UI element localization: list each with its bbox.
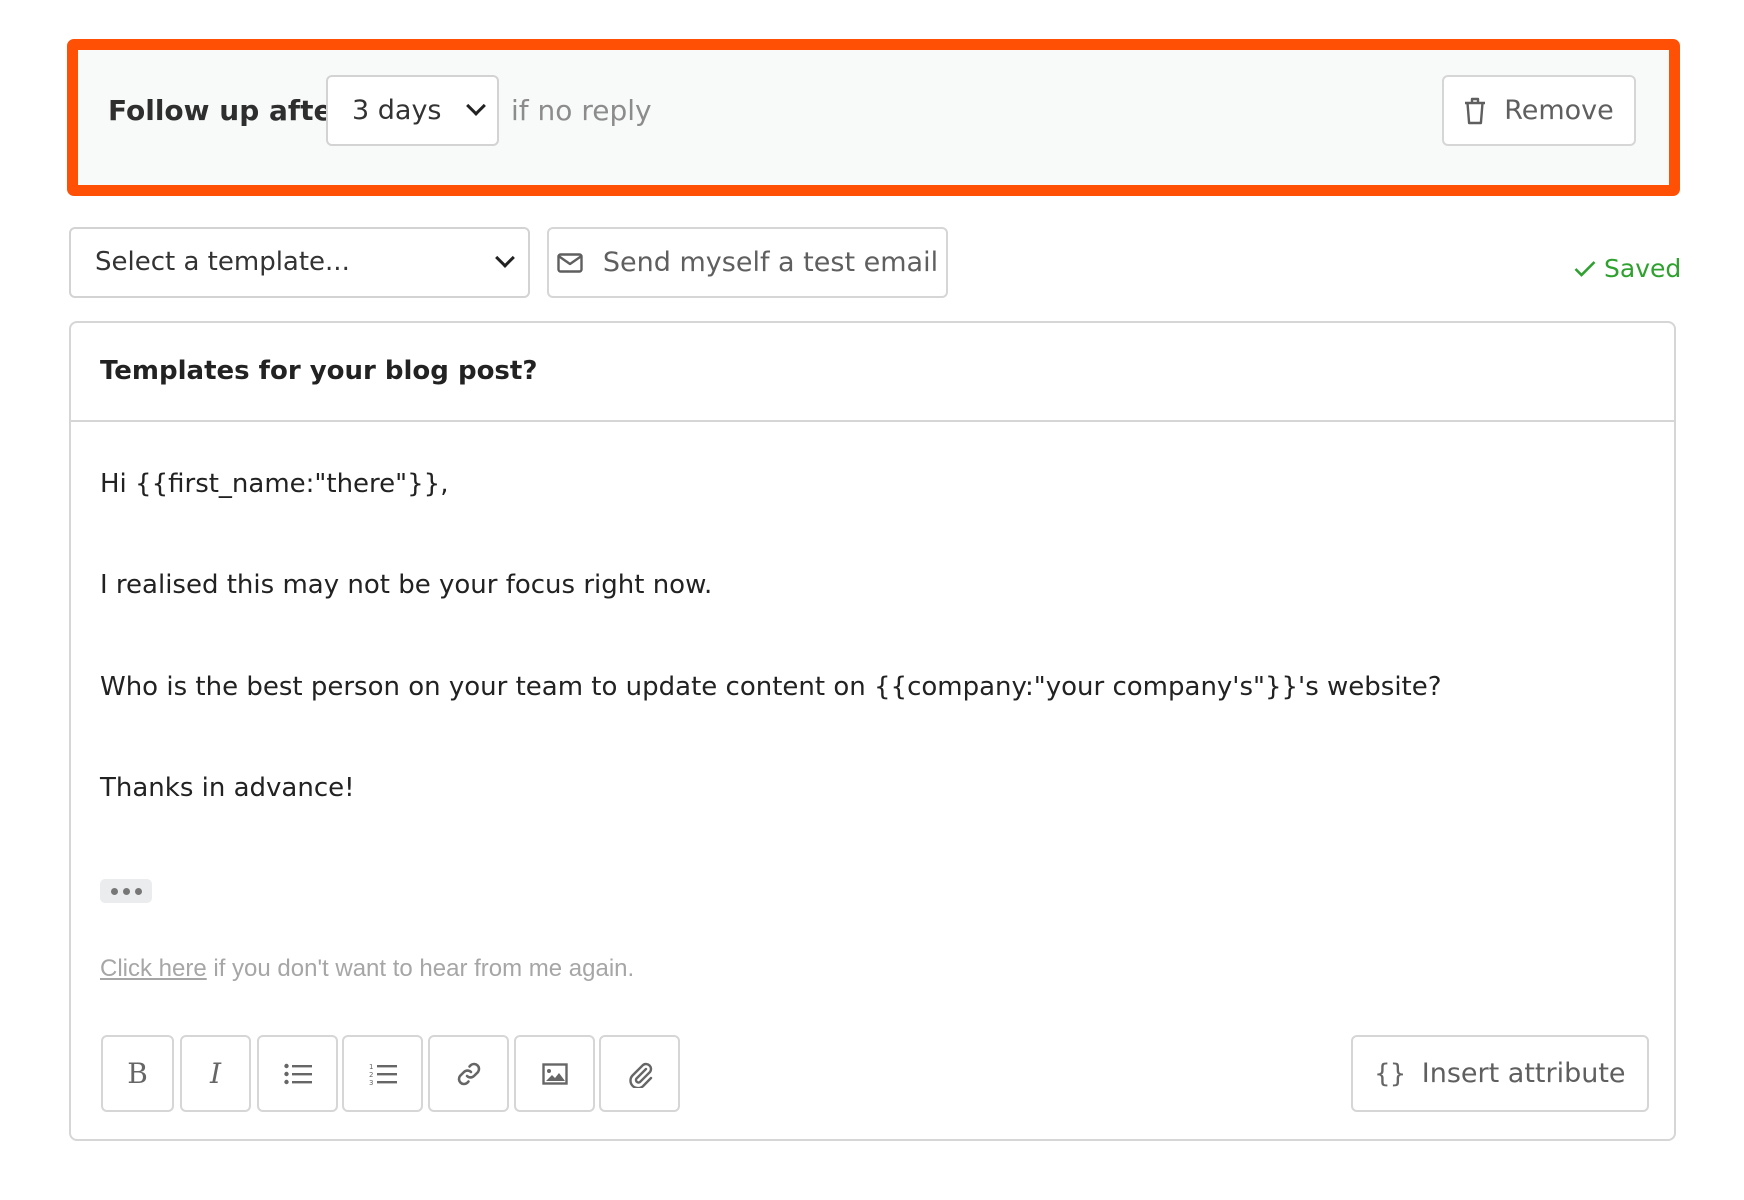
- subject-text: Templates for your blog post?: [100, 356, 538, 386]
- unsubscribe-footer: Click here if you don't want to hear fro…: [100, 955, 634, 983]
- body-line: I realised this may not be your focus ri…: [100, 570, 713, 600]
- template-select[interactable]: Select a template...: [69, 227, 530, 298]
- if-no-reply-label: if no reply: [511, 94, 652, 127]
- send-test-email-button[interactable]: Send myself a test email: [547, 227, 948, 298]
- unsubscribe-text: if you don't want to hear from me again.: [206, 955, 635, 982]
- svg-text:3: 3: [369, 1079, 373, 1086]
- svg-text:2: 2: [369, 1071, 373, 1079]
- link-icon: [457, 1062, 480, 1085]
- numbered-list-icon: 123: [369, 1063, 397, 1086]
- send-test-email-label: Send myself a test email: [602, 247, 939, 278]
- body-line: Who is the best person on your team to u…: [100, 672, 1442, 702]
- delay-value: 3 days: [352, 95, 442, 126]
- body-line: Hi {{first_name:"there"}},: [100, 469, 449, 499]
- chevron-down-icon: [466, 96, 486, 116]
- remove-button[interactable]: Remove: [1442, 75, 1636, 146]
- image-icon: [541, 1062, 568, 1085]
- show-trimmed-content-button[interactable]: [100, 879, 152, 903]
- chevron-down-icon: [495, 248, 515, 268]
- insert-image-button[interactable]: [514, 1035, 595, 1112]
- svg-text:1: 1: [369, 1063, 373, 1071]
- subject-field[interactable]: Templates for your blog post?: [71, 323, 1674, 422]
- follow-up-label: Follow up after: [108, 94, 347, 127]
- bulleted-list-button[interactable]: [257, 1035, 338, 1112]
- unsubscribe-link[interactable]: Click here: [100, 955, 207, 982]
- attach-file-button[interactable]: [599, 1035, 680, 1112]
- insert-attribute-label: Insert attribute: [1421, 1058, 1626, 1089]
- numbered-list-button[interactable]: 123: [342, 1035, 423, 1112]
- italic-button[interactable]: I: [180, 1035, 251, 1112]
- follow-up-delay-select[interactable]: 3 days: [326, 75, 499, 146]
- saved-label: Saved: [1604, 254, 1682, 283]
- dot-icon: [122, 887, 130, 895]
- email-editor: Templates for your blog post? Hi {{first…: [69, 321, 1676, 1141]
- bulleted-list-icon: [283, 1063, 312, 1084]
- italic-icon: I: [209, 1057, 222, 1090]
- curly-braces-icon: {}: [1374, 1058, 1406, 1089]
- bold-icon: B: [127, 1057, 148, 1090]
- saved-status: Saved: [1574, 254, 1681, 283]
- remove-label: Remove: [1504, 95, 1614, 126]
- dot-icon: [110, 887, 118, 895]
- dot-icon: [134, 887, 142, 895]
- paperclip-icon: [628, 1062, 652, 1088]
- template-placeholder: Select a template...: [95, 247, 350, 277]
- trash-icon: [1465, 97, 1486, 124]
- insert-attribute-button[interactable]: {} Insert attribute: [1351, 1035, 1649, 1112]
- envelope-icon: [557, 252, 583, 273]
- insert-link-button[interactable]: [428, 1035, 509, 1112]
- body-line: Thanks in advance!: [100, 773, 355, 803]
- bold-button[interactable]: B: [101, 1035, 174, 1112]
- checkmark-icon: [1574, 260, 1596, 277]
